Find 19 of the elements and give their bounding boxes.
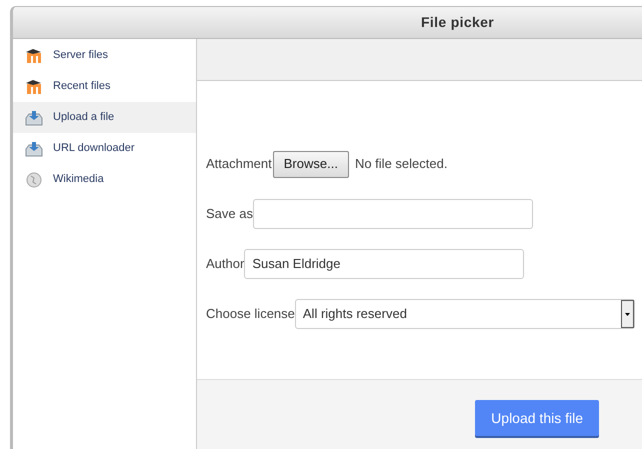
field-label: Save as [206, 205, 253, 224]
file-status: No file selected. [354, 155, 448, 174]
text-field[interactable]: Susan Eldridge [244, 249, 524, 279]
window-title: File picker [420, 13, 494, 32]
field-label: Choose license [206, 305, 295, 324]
upload-tray-icon [25, 140, 43, 156]
text-field[interactable] [252, 199, 533, 229]
sidebar-item[interactable]: URL downloader [13, 133, 196, 164]
field-label: Attachment [206, 155, 272, 174]
sidebar-item[interactable]: Server files [13, 40, 196, 71]
sidebar-item[interactable]: Recent files [13, 71, 196, 102]
sidebar-item[interactable]: Wikimedia [13, 164, 196, 195]
mortarboard-icon [25, 80, 43, 94]
sidebar-item[interactable]: Upload a file [13, 102, 196, 133]
mortarboard-icon [25, 48, 43, 62]
browse-button[interactable]: Browse... [272, 150, 349, 178]
field-label: Author [206, 255, 244, 274]
upload-tray-icon [25, 110, 43, 126]
license-dropdown[interactable]: All rights reserved [294, 299, 635, 329]
